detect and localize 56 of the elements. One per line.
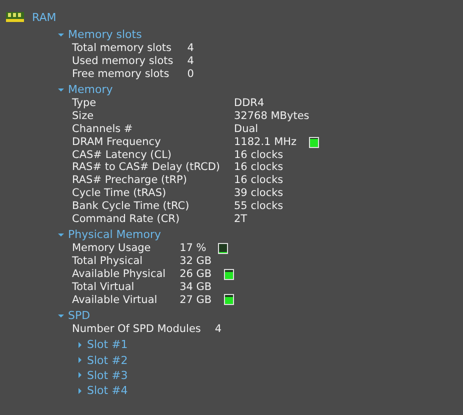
- property-label: Channels #: [72, 122, 134, 136]
- tree-node[interactable]: Memory: [68, 83, 113, 96]
- property-value: 16 clocks: [234, 161, 284, 174]
- property-label: Used memory slots: [72, 54, 174, 68]
- memory-module-icon: [6, 12, 24, 22]
- collapse-arrow-icon[interactable]: [58, 312, 64, 319]
- property-value: 27 GB: [180, 294, 212, 306]
- tree-node[interactable]: Memory slots: [68, 28, 142, 41]
- expand-arrow-icon[interactable]: [77, 342, 83, 348]
- property-value: 55 clocks: [234, 200, 284, 213]
- property-label: RAS# Precharge (tRP): [72, 174, 188, 187]
- expand-arrow-icon[interactable]: [77, 357, 83, 364]
- property-value: 2T: [234, 212, 248, 226]
- property-label: Total Physical: [72, 255, 144, 268]
- collapse-arrow-icon[interactable]: [58, 86, 64, 93]
- tree-node[interactable]: SPD: [68, 309, 90, 322]
- tree-node[interactable]: Slot #1: [87, 338, 128, 352]
- property-label: Type: [72, 97, 98, 110]
- property-value: 4: [187, 42, 194, 55]
- property-value: 34 GB: [180, 280, 212, 294]
- property-value: 32 GB: [180, 255, 212, 268]
- property-label: Number Of SPD Modules: [72, 323, 201, 336]
- property-label: Available Physical: [72, 268, 166, 281]
- property-value: 4: [214, 323, 222, 336]
- property-label: Size: [72, 110, 95, 123]
- property-value: 1182.1 MHz: [234, 136, 297, 149]
- property-label: Available Virtual: [72, 294, 158, 306]
- property-value: Dual: [234, 122, 258, 136]
- property-label: Free memory slots: [72, 68, 170, 80]
- tree-node[interactable]: Slot #4: [87, 384, 128, 398]
- property-label: RAS# to CAS# Delay (tRCD): [72, 161, 220, 174]
- property-value: 16 clocks: [234, 148, 284, 162]
- tree-node[interactable]: Slot #3: [87, 368, 128, 382]
- tree-node[interactable]: Slot #2: [87, 354, 128, 367]
- property-value: 0: [187, 68, 194, 80]
- tree-node[interactable]: RAM: [32, 10, 56, 24]
- property-label: DRAM Frequency: [72, 136, 162, 149]
- property-value: 32768 MBytes: [234, 110, 310, 123]
- property-label: Cycle Time (tRAS): [72, 186, 168, 200]
- property-value: 26 GB: [180, 268, 212, 281]
- property-value: 4: [187, 54, 194, 68]
- property-value: DDR4: [234, 97, 264, 110]
- property-label: Memory Usage: [72, 242, 152, 256]
- property-label: Bank Cycle Time (tRC): [72, 200, 190, 213]
- expand-arrow-icon[interactable]: [77, 372, 83, 378]
- property-label: Command Rate (CR): [72, 212, 181, 226]
- collapse-arrow-icon[interactable]: [58, 32, 64, 38]
- collapse-arrow-icon[interactable]: [58, 232, 64, 238]
- property-label: Total memory slots: [72, 42, 172, 55]
- property-value: 39 clocks: [234, 186, 284, 200]
- property-label: Total Virtual: [72, 280, 136, 294]
- property-value: 16 clocks: [234, 174, 284, 187]
- expand-arrow-icon[interactable]: [77, 388, 83, 394]
- property-value: 17 %: [180, 242, 206, 256]
- tree-node[interactable]: Physical Memory: [68, 228, 161, 242]
- property-label: CAS# Latency (CL): [72, 148, 173, 162]
